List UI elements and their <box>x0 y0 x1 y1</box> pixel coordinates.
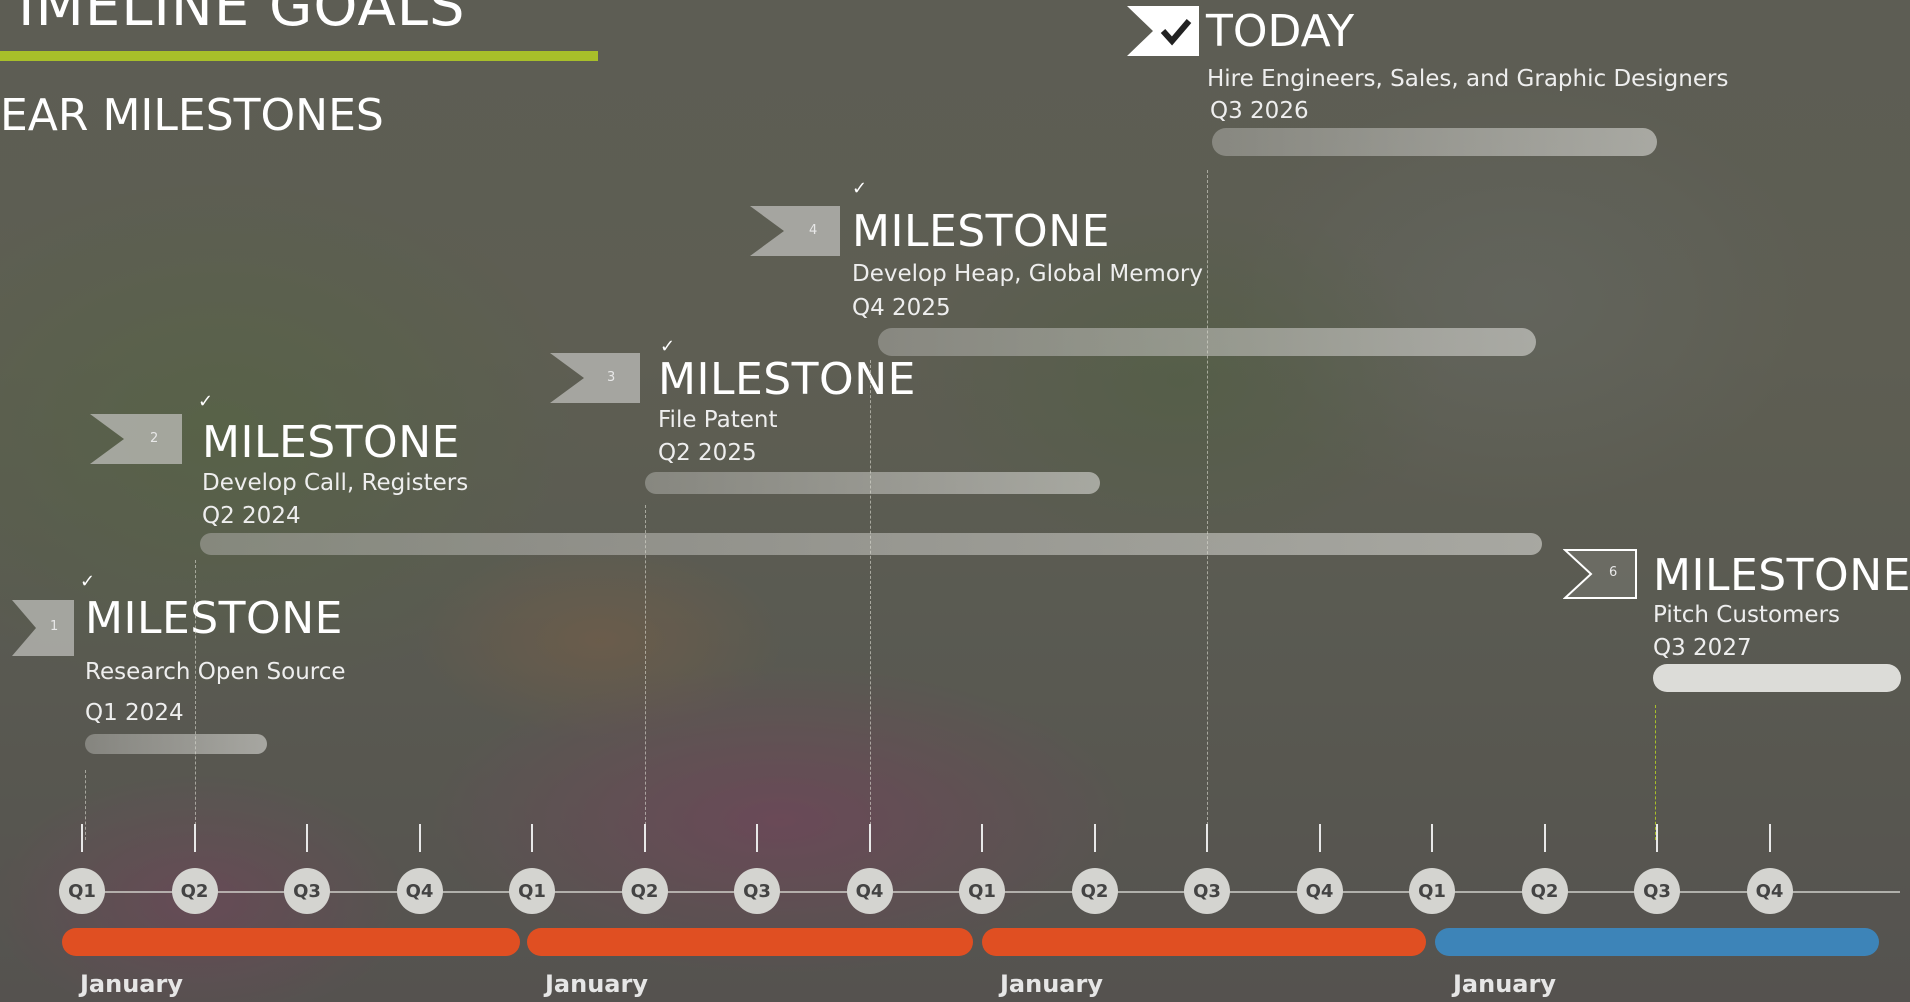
milestone-4-flag-icon <box>750 206 840 260</box>
page-subtitle: EAR MILESTONES <box>0 90 384 141</box>
quarter-tick <box>1093 824 1096 852</box>
milestone-4-title: MILESTONE <box>852 206 1110 257</box>
year-start-month-label: January <box>80 970 183 998</box>
milestone-2-number: 2 <box>150 431 159 446</box>
milestone-1-number: 1 <box>50 619 59 634</box>
milestone-6-number: 6 <box>1609 565 1618 580</box>
year-bar <box>527 928 973 956</box>
quarter-marker: Q4 <box>396 868 443 914</box>
quarter-marker: Q4 <box>846 868 893 914</box>
quarter-marker: Q1 <box>1409 868 1455 914</box>
quarter-tick <box>1431 824 1433 852</box>
year-bar <box>62 928 520 956</box>
milestone-1-date: Q1 2024 <box>85 700 184 726</box>
year-start-month-label: January <box>1000 970 1103 998</box>
milestone-3-flag-icon <box>550 353 640 407</box>
milestone-2-title: MILESTONE <box>202 417 460 468</box>
milestone-2-date: Q2 2024 <box>202 503 301 529</box>
today-connector <box>1207 170 1208 840</box>
quarter-marker: Q4 <box>1296 868 1343 914</box>
quarter-tick <box>418 824 421 852</box>
milestone-3-date: Q2 2025 <box>658 440 757 466</box>
year-bar <box>1435 928 1879 956</box>
year-start-month-label: January <box>1453 970 1556 998</box>
quarter-tick <box>981 824 983 852</box>
quarter-tick <box>643 824 646 852</box>
milestone-4-number: 4 <box>809 223 818 238</box>
quarter-marker: Q1 <box>59 868 105 914</box>
quarter-tick <box>868 824 871 852</box>
quarter-marker: Q3 <box>1184 868 1230 914</box>
milestone-6-flag-icon <box>1562 548 1638 604</box>
milestone-2-flag-icon <box>90 414 182 468</box>
quarter-tick <box>1543 824 1546 852</box>
quarter-tick <box>306 824 308 852</box>
milestone-2-description: Develop Call, Registers <box>202 470 469 496</box>
milestone-4-connector <box>870 360 871 840</box>
milestone-1-check-icon: ✓ <box>80 571 96 592</box>
milestone-3-progress-bar <box>645 472 1100 494</box>
milestone-6-connector <box>1655 705 1656 840</box>
milestone-1-progress-bar <box>85 734 267 754</box>
milestone-3-description: File Patent <box>658 407 778 433</box>
quarter-tick <box>531 824 533 852</box>
milestone-4-date: Q4 2025 <box>852 295 951 321</box>
today-date: Q3 2026 <box>1210 98 1309 124</box>
today-label: TODAY <box>1206 6 1355 57</box>
quarter-tick <box>1768 824 1771 852</box>
milestone-2-connector <box>195 560 196 840</box>
quarter-marker: Q2 <box>1521 868 1568 914</box>
year-start-month-label: January <box>545 970 648 998</box>
quarter-tick <box>1318 824 1321 852</box>
title-underline <box>0 51 598 61</box>
milestone-2-check-icon: ✓ <box>198 391 214 412</box>
quarter-marker: Q3 <box>734 868 780 914</box>
milestone-3-connector <box>645 505 646 840</box>
milestone-3-number: 3 <box>607 370 616 385</box>
milestone-1-description: Research Open Source <box>85 659 346 685</box>
milestone-6-description: Pitch Customers <box>1653 602 1841 628</box>
milestone-1-flag-icon <box>12 600 74 660</box>
milestone-2-progress-bar <box>200 533 1542 555</box>
quarter-marker: Q2 <box>621 868 668 914</box>
milestone-1-connector <box>85 770 86 840</box>
milestone-6-progress-bar <box>1653 664 1901 692</box>
today-progress-bar <box>1212 128 1657 156</box>
year-bar <box>982 928 1426 956</box>
quarter-marker: Q3 <box>284 868 330 914</box>
quarter-tick <box>1206 824 1208 852</box>
quarter-tick <box>193 824 196 852</box>
milestone-3-title: MILESTONE <box>658 354 916 405</box>
quarter-marker: Q2 <box>1071 868 1118 914</box>
page-title: IMELINE GOALS <box>18 0 466 39</box>
quarter-tick <box>756 824 758 852</box>
quarter-marker: Q3 <box>1634 868 1680 914</box>
quarter-marker: Q2 <box>171 868 218 914</box>
milestone-4-description: Develop Heap, Global Memory <box>852 261 1203 287</box>
today-flag-icon <box>1127 6 1199 60</box>
quarter-marker: Q1 <box>509 868 555 914</box>
quarter-marker: Q1 <box>959 868 1005 914</box>
today-description: Hire Engineers, Sales, and Graphic Desig… <box>1207 66 1729 92</box>
timeline-slide: IMELINE GOALS EAR MILESTONES TODAY Hire … <box>0 0 1910 1002</box>
milestone-4-check-icon: ✓ <box>852 178 868 199</box>
milestone-6-title: MILESTONE <box>1653 550 1910 601</box>
milestone-1-title: MILESTONE <box>85 593 343 644</box>
quarter-tick <box>1656 824 1658 852</box>
quarter-tick <box>81 824 83 852</box>
milestone-6-date: Q3 2027 <box>1653 635 1752 661</box>
quarter-marker: Q4 <box>1746 868 1793 914</box>
